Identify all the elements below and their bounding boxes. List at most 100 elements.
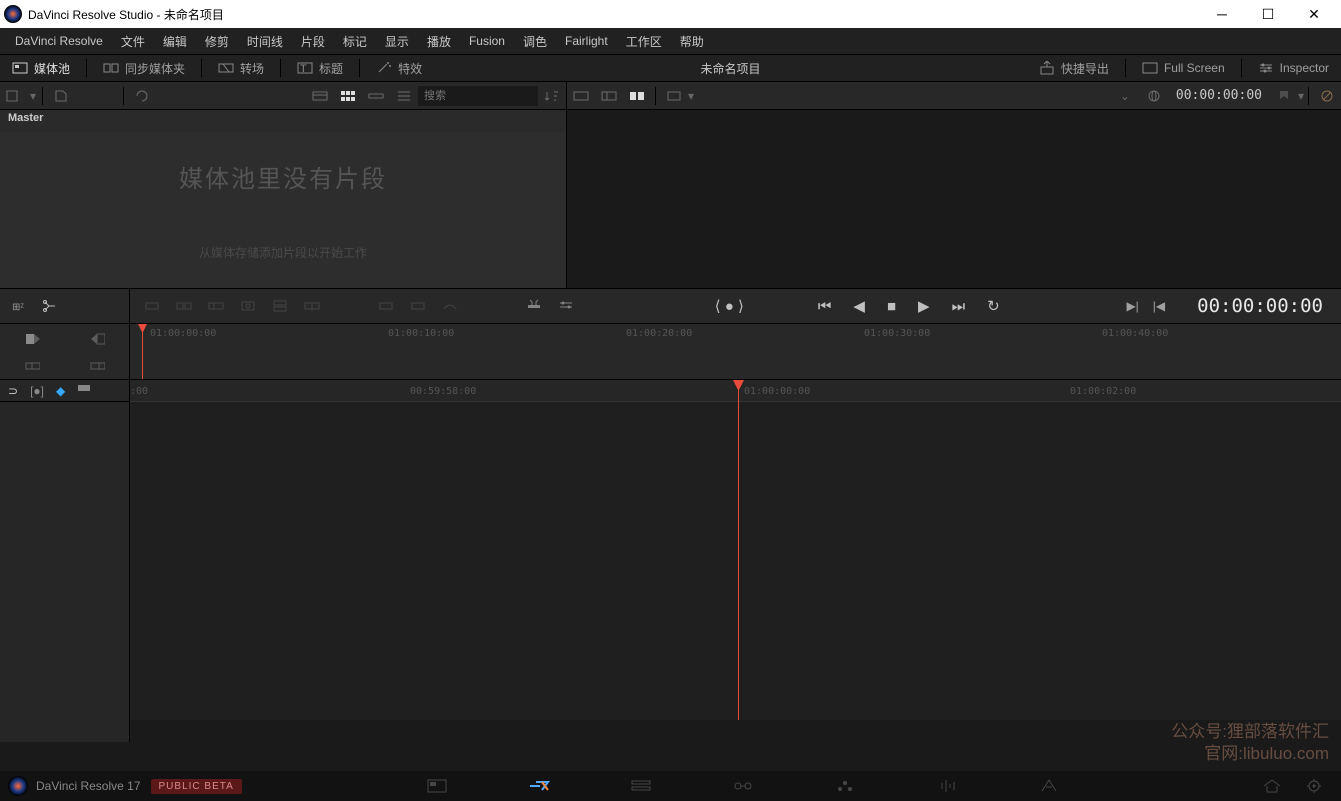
prev-edit-button[interactable]: |◀ [1153, 299, 1165, 313]
dissolve-icon[interactable] [378, 299, 394, 313]
ruler-tick: :00 [130, 386, 148, 397]
safe-area-icon[interactable] [662, 86, 686, 106]
loop-button[interactable]: ↻ [987, 297, 1000, 315]
menu-color[interactable]: 调色 [514, 33, 556, 50]
ruler-tick: 01:00:10:00 [388, 328, 454, 339]
timeline-roll-b-icon[interactable] [65, 352, 130, 380]
play-button[interactable]: ▶ [918, 297, 930, 315]
menu-resolve[interactable]: DaVinci Resolve [6, 34, 112, 48]
page-nav: DaVinci Resolve 17 PUBLIC BETA [0, 771, 1341, 801]
jog-back-icon[interactable]: ⟨ ● ⟩ [715, 297, 744, 315]
page-cut-icon[interactable] [528, 777, 550, 795]
menu-help[interactable]: 帮助 [671, 33, 713, 50]
play-reverse-button[interactable]: ◀ [853, 297, 865, 315]
viewer-timecode[interactable]: 00:00:00:00 [1168, 88, 1270, 103]
smart-insert-icon[interactable] [144, 299, 160, 313]
timeline-timecode[interactable]: 00:00:00:00 [1179, 295, 1341, 317]
strip-view-icon[interactable] [364, 86, 388, 106]
import-icon[interactable] [49, 86, 73, 106]
menu-fairlight[interactable]: Fairlight [556, 34, 617, 48]
boring-detector-icon[interactable]: ⊞ᶻ [12, 299, 28, 313]
audio-trim-icon[interactable] [77, 382, 93, 399]
master-bin-label[interactable]: Master [0, 110, 566, 132]
marker-blue-icon[interactable]: ◆ [56, 384, 65, 398]
menu-fusion[interactable]: Fusion [460, 34, 514, 48]
place-on-top-icon[interactable] [272, 299, 288, 313]
menu-trim[interactable]: 修剪 [196, 33, 238, 50]
timeline-roll-a-icon[interactable] [0, 352, 65, 380]
page-fairlight-icon[interactable] [936, 777, 958, 795]
viewer-panel[interactable] [567, 110, 1341, 288]
menu-mark[interactable]: 标记 [334, 33, 376, 50]
upper-playhead[interactable] [142, 324, 143, 379]
page-deliver-icon[interactable] [1038, 777, 1060, 795]
source-clip-icon[interactable] [597, 86, 621, 106]
bin-list-icon[interactable] [2, 86, 26, 106]
chevron-down-icon[interactable]: ▾ [30, 89, 36, 103]
transitions-button[interactable]: 转场 [206, 55, 276, 81]
project-settings-icon[interactable] [1303, 777, 1325, 795]
sliders-icon[interactable] [558, 299, 574, 313]
closeup-icon[interactable] [240, 299, 256, 313]
list-view-icon[interactable] [392, 86, 416, 106]
chevron-down-icon[interactable]: ▾ [1298, 89, 1304, 103]
page-color-icon[interactable] [834, 777, 856, 795]
lower-timeline[interactable]: :00 00:59:58:00 01:00:00:00 01:00:02:00 [130, 380, 1341, 720]
menu-view[interactable]: 显示 [376, 33, 418, 50]
sync-icon[interactable] [130, 86, 154, 106]
maximize-button[interactable]: ☐ [1245, 0, 1291, 28]
divider [359, 59, 360, 77]
minimize-button[interactable]: ─ [1199, 0, 1245, 28]
ripple-overwrite-icon[interactable] [208, 299, 224, 313]
dual-view-icon[interactable] [625, 86, 649, 106]
tools-icon[interactable] [526, 299, 542, 313]
page-media-icon[interactable] [426, 777, 448, 795]
metadata-view-icon[interactable] [308, 86, 332, 106]
cut-icon[interactable] [410, 299, 426, 313]
sort-order-icon[interactable] [540, 86, 564, 106]
bypass-icon[interactable] [1315, 86, 1339, 106]
sync-bin-button[interactable]: 同步媒体夹 [91, 55, 197, 81]
fullscreen-button[interactable]: Full Screen [1130, 55, 1237, 81]
timeline-trim-a-icon[interactable] [0, 324, 65, 352]
close-button[interactable]: ✕ [1291, 0, 1337, 28]
menu-timeline[interactable]: 时间线 [238, 33, 292, 50]
titles-button[interactable]: T 标题 [285, 55, 355, 81]
effects-button[interactable]: 特效 [364, 55, 434, 81]
globe-icon[interactable] [1142, 86, 1166, 106]
page-edit-icon[interactable] [630, 777, 652, 795]
thumbnail-view-icon[interactable] [336, 86, 360, 106]
media-pool-button[interactable]: 媒体池 [0, 55, 82, 81]
split-clip-icon[interactable] [42, 299, 58, 313]
quick-export-button[interactable]: 快捷导出 [1027, 55, 1121, 81]
menu-file[interactable]: 文件 [112, 33, 154, 50]
source-tape-icon[interactable] [569, 86, 593, 106]
media-pool-body[interactable]: 媒体池里没有片段 从媒体存储添加片段以开始工作 [0, 132, 566, 288]
chevron-down-icon[interactable]: ⌄ [1120, 89, 1130, 103]
menu-workspace[interactable]: 工作区 [617, 33, 671, 50]
snap-magnet-icon[interactable]: ⊃ [8, 384, 18, 398]
source-overwrite-icon[interactable] [304, 299, 320, 313]
append-icon[interactable] [176, 299, 192, 313]
chevron-down-icon[interactable]: ▾ [688, 89, 694, 103]
page-fusion-icon[interactable] [732, 777, 754, 795]
svg-text:⊞ᶻ: ⊞ᶻ [12, 302, 24, 313]
fullscreen-icon [1142, 61, 1158, 75]
timeline-trim-b-icon[interactable] [65, 324, 130, 352]
timeline-playhead[interactable] [738, 380, 739, 720]
menu-clip[interactable]: 片段 [292, 33, 334, 50]
marker-icon[interactable] [1272, 86, 1296, 106]
menu-edit[interactable]: 编辑 [154, 33, 196, 50]
search-input[interactable] [418, 86, 538, 106]
next-edit-button[interactable]: ▶| [1126, 299, 1138, 313]
lock-playhead-icon[interactable]: [●] [30, 384, 44, 398]
go-end-button[interactable]: ⏭ [952, 298, 966, 315]
stop-button[interactable]: ■ [887, 298, 896, 315]
go-start-button[interactable]: ⏮ [818, 298, 832, 315]
sort-icon[interactable] [77, 86, 117, 106]
upper-ruler-track[interactable]: 01:00:00:00 01:00:10:00 01:00:20:00 01:0… [130, 324, 1341, 379]
inspector-button[interactable]: Inspector [1246, 55, 1341, 81]
smooth-cut-icon[interactable] [442, 299, 458, 313]
menu-playback[interactable]: 播放 [418, 33, 460, 50]
home-icon[interactable] [1261, 777, 1283, 795]
